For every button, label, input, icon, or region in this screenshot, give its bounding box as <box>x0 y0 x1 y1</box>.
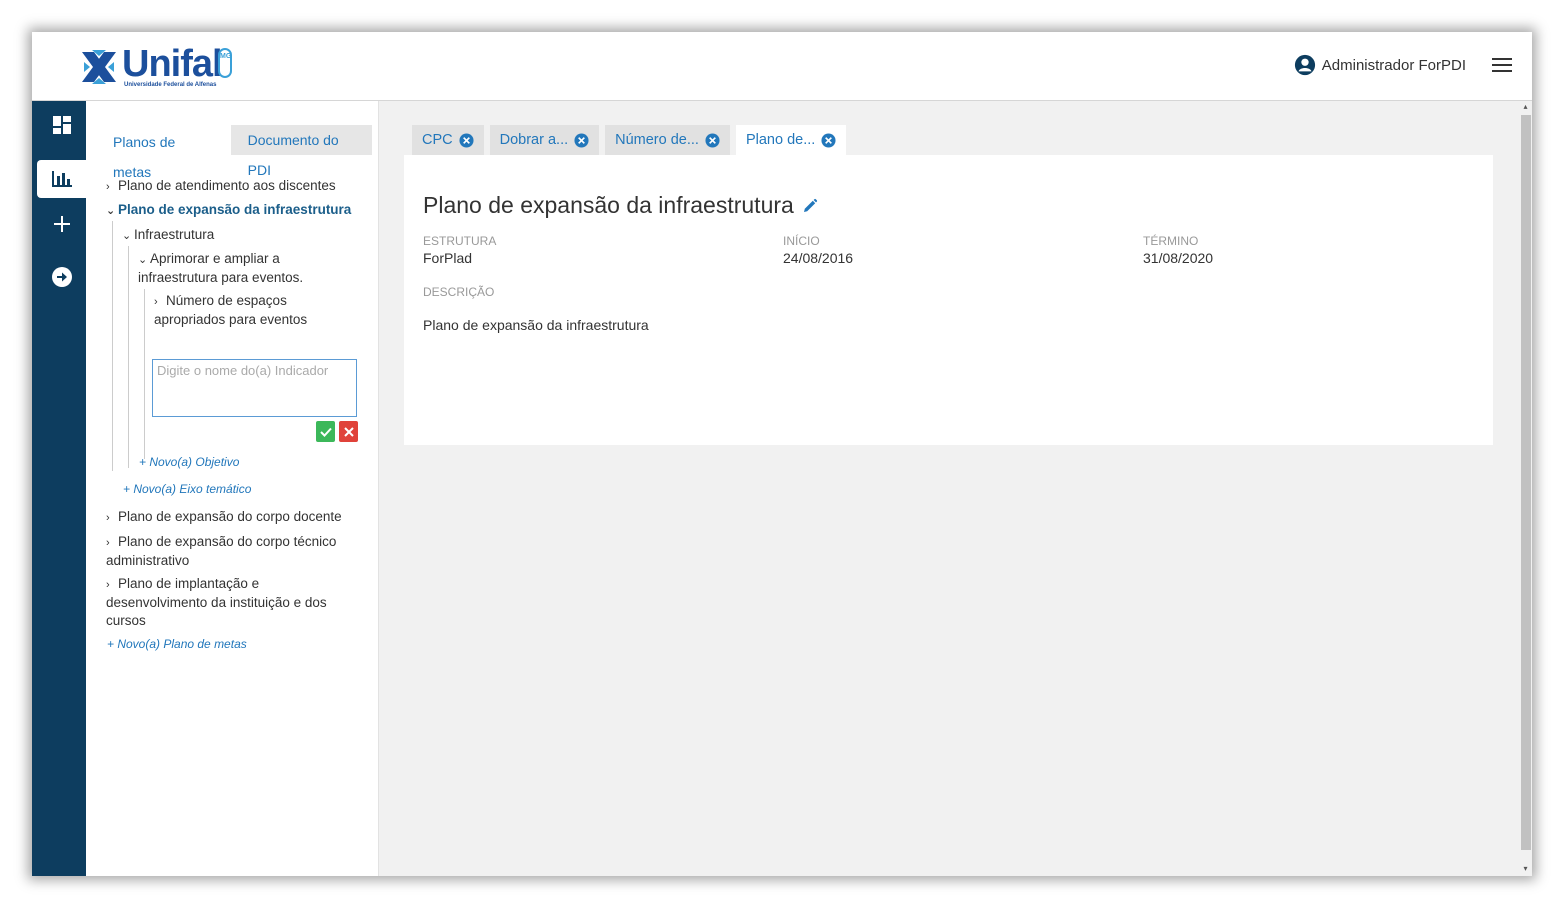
tab-dobrar[interactable]: Dobrar a... <box>489 125 600 155</box>
logo-text: Unifal <box>122 43 223 85</box>
rail-dashboard-button[interactable] <box>37 106 86 144</box>
left-rail <box>32 101 86 876</box>
add-objective-link[interactable]: + Novo(a) Objetivo <box>139 455 239 469</box>
confirm-button[interactable] <box>316 421 335 442</box>
logo-badge: MG <box>218 48 232 78</box>
close-circle-icon[interactable] <box>821 132 836 148</box>
user-name: Administrador ForPDI <box>1321 56 1466 74</box>
tab-cpc[interactable]: CPC <box>412 125 484 155</box>
user-menu[interactable]: Administrador ForPDI <box>1294 54 1466 76</box>
tree-guide-line <box>128 246 129 468</box>
tree-node-label-cont: desenvolvimento da instituição e dos <box>106 595 327 610</box>
logo-mark-icon <box>82 50 116 84</box>
end-label: TÉRMINO <box>1143 234 1199 248</box>
start-label: INÍCIO <box>783 234 820 248</box>
chevron-right-icon: › <box>106 579 110 591</box>
top-header: Unifal Universidade Federal de Alfenas M… <box>32 32 1532 101</box>
user-circle-icon <box>1294 54 1315 76</box>
plan-title: Plano de expansão da infraestrutura <box>423 192 818 219</box>
description-value: Plano de expansão da infraestrutura <box>423 317 649 333</box>
tab-plano[interactable]: Plano de... <box>735 125 847 155</box>
structure-value: ForPlad <box>423 250 473 266</box>
plan-details-card: Plano de expansão da infraestrutura ESTR… <box>404 155 1493 445</box>
tree-node-label: Plano de atendimento aos discentes <box>118 178 336 193</box>
tree-plan-tecnico[interactable]: › Plano de expansão do corpo técnico admi… <box>106 533 368 570</box>
tab-planos-de-metas[interactable]: Planos de metas <box>96 125 225 180</box>
tree-node-label: Aprimorar e ampliar a <box>150 251 280 266</box>
tree-node-label-cont: apropriados para eventos <box>154 312 308 327</box>
arrow-right-circle-icon <box>51 267 72 287</box>
tab-label: Número de... <box>615 132 699 148</box>
scroll-up-arrow-icon[interactable]: ▴ <box>1521 103 1530 111</box>
chevron-right-icon: › <box>154 296 158 308</box>
cancel-button[interactable] <box>339 421 358 442</box>
tree-node-label-cont: infraestrutura para eventos. <box>138 270 304 285</box>
end-value: 31/08/2020 <box>1143 250 1214 266</box>
indicator-name-input[interactable] <box>152 359 357 417</box>
chevron-down-icon: ⌄ <box>138 254 148 266</box>
chevron-right-icon: › <box>106 537 110 549</box>
tree-plan-implantacao[interactable]: › Plano de implantação e desenvolvimento … <box>106 575 368 630</box>
add-axis-link[interactable]: + Novo(a) Eixo temático <box>123 482 251 496</box>
chevron-right-icon: › <box>106 181 110 193</box>
start-value: 24/08/2016 <box>783 250 854 266</box>
tree-node-label: Número de espaços <box>166 293 287 308</box>
plus-icon <box>53 216 70 232</box>
tree-guide-line <box>112 221 113 471</box>
close-circle-icon[interactable] <box>705 132 720 148</box>
tree-objective[interactable]: ⌄ Aprimorar e ampliar a infraestrutura pa… <box>138 250 368 287</box>
plan-title-text: Plano de expansão da infraestrutura <box>423 192 794 218</box>
vertical-scrollbar[interactable]: ▴ ▾ <box>1518 101 1532 876</box>
tree-guide-line <box>144 289 145 459</box>
close-circle-icon[interactable] <box>574 132 589 148</box>
chevron-down-icon: ⌄ <box>106 205 116 217</box>
tab-label: CPC <box>422 132 453 148</box>
tab-label: Plano de... <box>745 132 816 148</box>
open-tabs: CPC Dobrar a... Número de... Plano de... <box>412 125 852 155</box>
tree-node-label-cont: cursos <box>106 613 146 628</box>
tree-node-label: Infraestrutura <box>134 227 215 242</box>
check-icon <box>319 427 332 437</box>
app-window: Unifal Universidade Federal de Alfenas M… <box>32 32 1532 876</box>
tree-node-label: Plano de expansão do corpo técnico <box>118 534 337 549</box>
description-label: DESCRIÇÃO <box>423 285 495 299</box>
hamburger-menu-icon[interactable] <box>1492 57 1512 73</box>
close-circle-icon[interactable] <box>459 132 474 148</box>
tree-node-label: Plano de expansão do corpo docente <box>118 509 342 524</box>
tree-node-label: Plano de implantação e <box>118 576 260 591</box>
close-icon <box>343 426 354 437</box>
tree-plan-atendimento[interactable]: › Plano de atendimento aos discentes <box>106 177 336 196</box>
scroll-down-arrow-icon[interactable]: ▾ <box>1521 865 1530 873</box>
tree-node-label-cont: administrativo <box>106 553 190 568</box>
structure-label: ESTRUTURA <box>423 234 497 248</box>
tab-numero[interactable]: Número de... <box>605 125 730 155</box>
tab-documento-pdi[interactable]: Documento do PDI <box>230 125 372 178</box>
chevron-down-icon: ⌄ <box>122 230 132 242</box>
tab-label: Dobrar a... <box>499 132 569 148</box>
bar-chart-icon <box>51 171 72 187</box>
rail-logout-button[interactable] <box>37 258 86 296</box>
tree-plan-docente[interactable]: › Plano de expansão do corpo docente <box>106 508 342 527</box>
rail-add-button[interactable] <box>37 205 86 243</box>
add-plan-link[interactable]: + Novo(a) Plano de metas <box>107 637 247 651</box>
tree-node-label: Plano de expansão da infraestrutura <box>118 202 352 217</box>
unifal-logo[interactable]: Unifal Universidade Federal de Alfenas M… <box>78 43 232 90</box>
panel-tabs: Planos de metas Documento do PDI <box>96 125 378 180</box>
rail-plans-button[interactable] <box>37 160 86 198</box>
tree-indicator[interactable]: › Número de espaços apropriados para even… <box>154 292 368 329</box>
chevron-right-icon: › <box>106 512 110 524</box>
tree-plan-infraestrutura[interactable]: ⌄ Plano de expansão da infraestrutura <box>106 201 351 220</box>
scroll-thumb[interactable] <box>1521 115 1531 850</box>
tree-axis-infraestrutura[interactable]: ⌄ Infraestrutura <box>122 226 214 245</box>
dashboard-icon <box>52 116 71 134</box>
logo-subtitle: Universidade Federal de Alfenas <box>124 82 217 88</box>
pencil-edit-icon[interactable] <box>802 198 818 214</box>
plans-panel: Planos de metas Documento do PDI › Plano … <box>86 101 379 876</box>
